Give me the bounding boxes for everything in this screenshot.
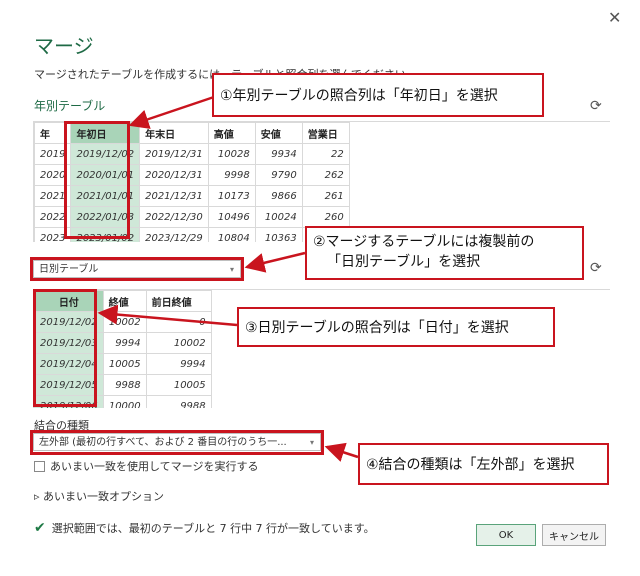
callout-text-line1: ②マージするテーブルには複製前の (313, 234, 535, 250)
callout-step4: ④結合の種類は「左外部」を選択 (358, 443, 609, 485)
callout-text-line2: 「日別テーブル」を選択 (327, 254, 481, 270)
merge-dialog: ✕ マージ マージされたテーブルを作成するには、テーブルと照合列を選んでください… (0, 0, 640, 576)
callout-step2: ②マージするテーブルには複製前の 「日別テーブル」を選択 (305, 226, 584, 280)
arrow-to-table1-column (128, 95, 215, 129)
callout-step1: ①年別テーブルの照合列は「年初日」を選択 (212, 73, 544, 117)
arrow-to-join-dropdown (324, 442, 359, 462)
callout-text: ①年別テーブルの照合列は「年初日」を選択 (220, 88, 498, 104)
callout-step3: ③日別テーブルの照合列は「日付」を選択 (237, 307, 555, 347)
callout-text: ④結合の種類は「左外部」を選択 (366, 457, 575, 473)
callout-text: ③日別テーブルの照合列は「日付」を選択 (245, 320, 509, 336)
arrow-to-table2-column (97, 304, 238, 327)
arrow-to-table-dropdown (244, 251, 306, 273)
